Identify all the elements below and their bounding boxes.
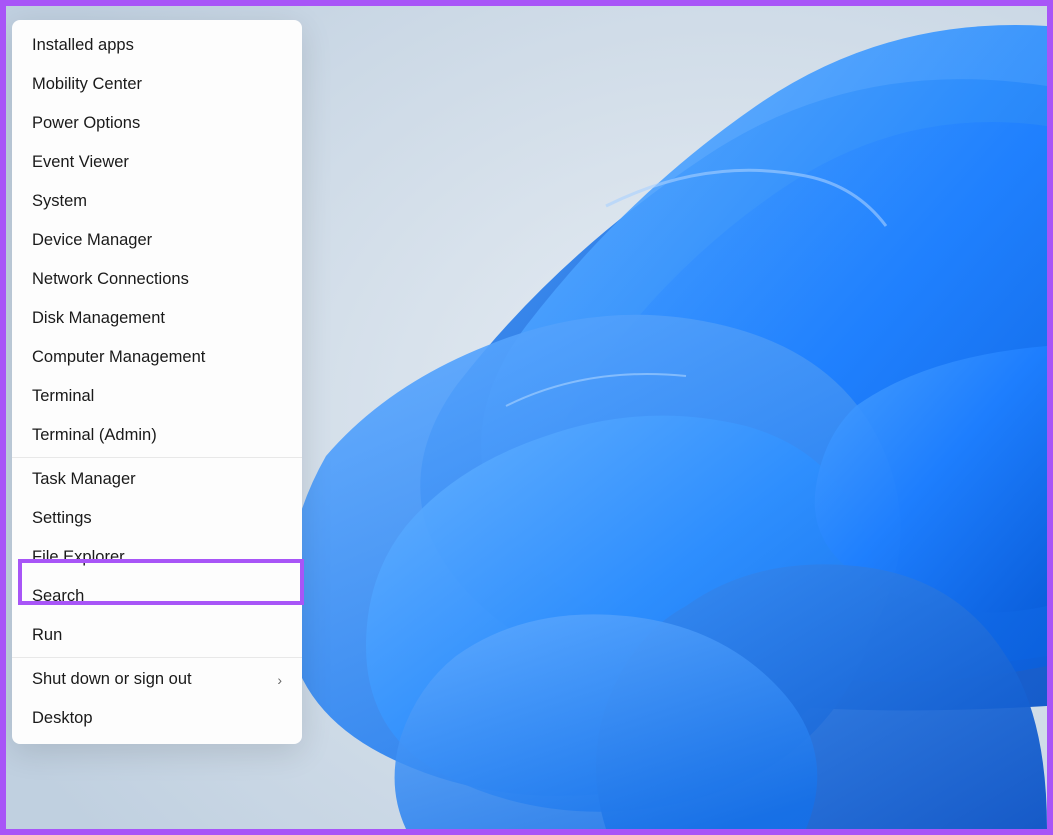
menu-item-label: System: [32, 192, 87, 211]
menu-item-search[interactable]: Search: [12, 577, 302, 616]
menu-item-label: Disk Management: [32, 309, 165, 328]
chevron-right-icon: ›: [277, 672, 282, 688]
menu-item-disk-management[interactable]: Disk Management: [12, 299, 302, 338]
menu-item-event-viewer[interactable]: Event Viewer: [12, 143, 302, 182]
menu-item-label: Settings: [32, 509, 92, 528]
menu-item-installed-apps[interactable]: Installed apps: [12, 26, 302, 65]
menu-separator: [12, 657, 302, 658]
menu-item-label: Terminal (Admin): [32, 426, 157, 445]
menu-item-label: Installed apps: [32, 36, 134, 55]
menu-item-settings[interactable]: Settings: [12, 499, 302, 538]
menu-item-label: Computer Management: [32, 348, 205, 367]
menu-item-network-connections[interactable]: Network Connections: [12, 260, 302, 299]
menu-item-computer-management[interactable]: Computer Management: [12, 338, 302, 377]
menu-item-file-explorer[interactable]: File Explorer: [12, 538, 302, 577]
menu-item-label: Power Options: [32, 114, 140, 133]
menu-item-terminal[interactable]: Terminal: [12, 377, 302, 416]
menu-item-label: Mobility Center: [32, 75, 142, 94]
menu-item-terminal-admin[interactable]: Terminal (Admin): [12, 416, 302, 455]
menu-item-label: Terminal: [32, 387, 94, 406]
menu-item-label: Shut down or sign out: [32, 670, 192, 689]
menu-item-shutdown[interactable]: Shut down or sign out ›: [12, 660, 302, 699]
menu-item-label: Device Manager: [32, 231, 152, 250]
menu-item-device-manager[interactable]: Device Manager: [12, 221, 302, 260]
menu-item-label: Task Manager: [32, 470, 136, 489]
menu-item-label: Network Connections: [32, 270, 189, 289]
menu-item-system[interactable]: System: [12, 182, 302, 221]
menu-item-task-manager[interactable]: Task Manager: [12, 460, 302, 499]
window-frame: Installed apps Mobility Center Power Opt…: [0, 0, 1053, 835]
menu-item-mobility-center[interactable]: Mobility Center: [12, 65, 302, 104]
menu-item-label: Run: [32, 626, 62, 645]
menu-item-desktop[interactable]: Desktop: [12, 699, 302, 738]
menu-item-label: File Explorer: [32, 548, 125, 567]
winx-context-menu: Installed apps Mobility Center Power Opt…: [12, 20, 302, 744]
menu-item-power-options[interactable]: Power Options: [12, 104, 302, 143]
menu-item-label: Search: [32, 587, 84, 606]
menu-separator: [12, 457, 302, 458]
menu-item-label: Event Viewer: [32, 153, 129, 172]
menu-item-label: Desktop: [32, 709, 93, 728]
menu-item-run[interactable]: Run: [12, 616, 302, 655]
